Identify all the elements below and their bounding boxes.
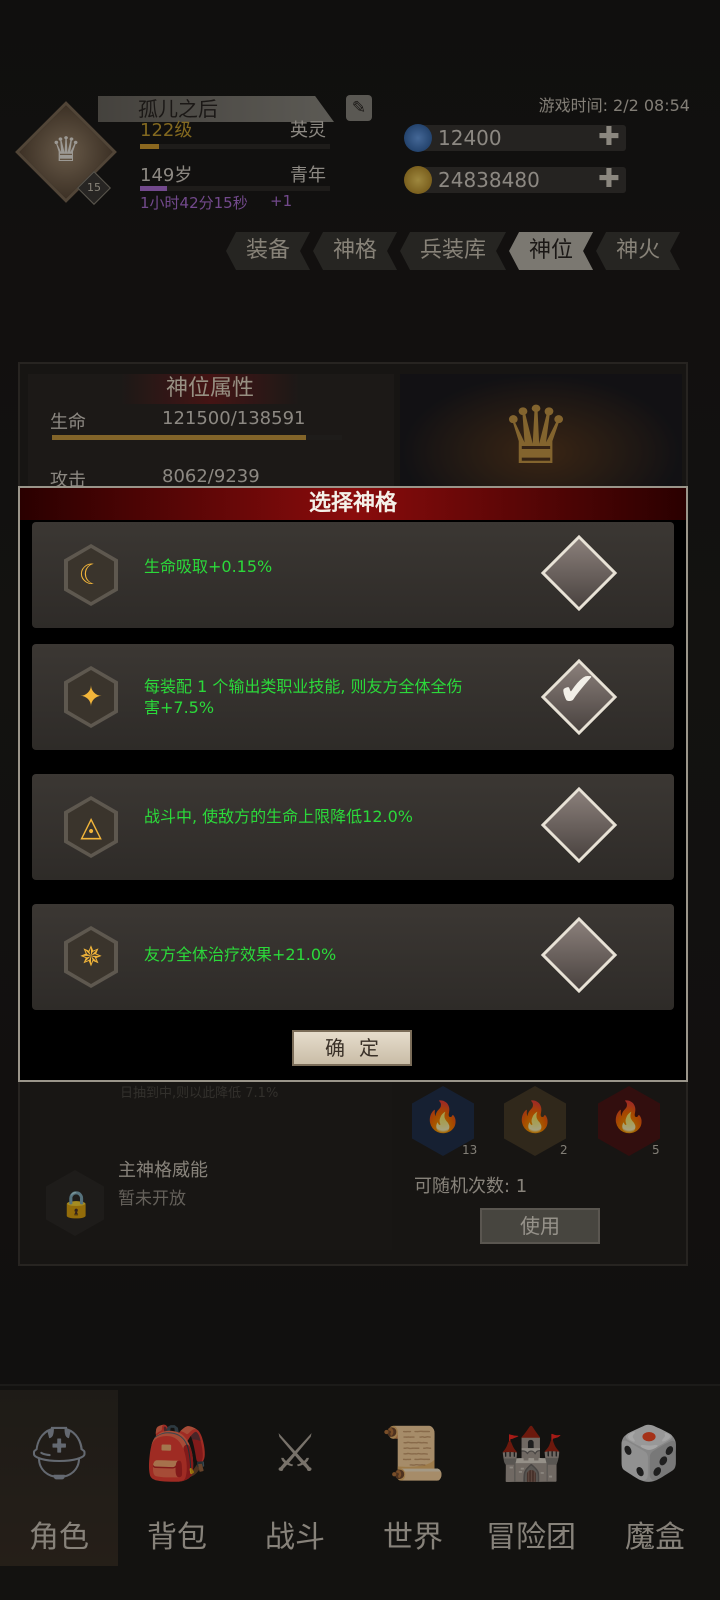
lock-icon: 🔒 (60, 1190, 93, 1220)
option-text: 战斗中, 使敌方的生命上限降低12.0% (144, 807, 414, 826)
tab-god-seat[interactable]: 神位 (509, 232, 593, 270)
crown-icon: ♛ (50, 130, 82, 170)
flame-icon: 🔥 (516, 1100, 554, 1135)
castle-icon: 🏰 (498, 1424, 564, 1484)
tab-armory[interactable]: 兵装库 (400, 232, 506, 270)
option-text: 友方全体治疗效果+21.0% (144, 945, 337, 964)
nav-battle[interactable]: ⚔ 战斗 (236, 1390, 354, 1566)
rank-text: 英灵 (290, 120, 326, 141)
helmet-icon: ⛑ (25, 1424, 92, 1484)
select-diamond[interactable] (540, 916, 618, 994)
option-icon-frame: ✦ (64, 666, 118, 728)
timer-text: 1小时42分15秒 (140, 194, 248, 212)
option-text: 每装配 1 个输出类职业技能, 则友方全体全伤害+7.5% (144, 677, 463, 717)
magic-box-icon: 🎲 (616, 1424, 682, 1484)
sparkle-icon: ✦ (68, 670, 114, 724)
flame-count-gold: 2 (560, 1143, 568, 1157)
scroll-icon: 📜 (380, 1424, 446, 1484)
hp-value: 121500/138591 (162, 408, 306, 429)
golden-crown-icon: ♛ (500, 389, 572, 482)
add-gold-icon[interactable]: ✚ (598, 166, 620, 192)
life-stage-text: 青年 (290, 165, 326, 186)
nav-character[interactable]: ⛑ 角色 (0, 1390, 118, 1566)
divinity-option-damage[interactable]: ✦ 每装配 1 个输出类职业技能, 则友方全体全伤害+7.5% ✔ (32, 644, 674, 750)
confirm-button[interactable]: 确定 (292, 1030, 412, 1066)
gem-icon (404, 124, 432, 152)
hp-bar (52, 435, 342, 440)
backpack-icon: 🎒 (144, 1424, 210, 1484)
flame-count-blue: 13 (462, 1143, 478, 1157)
age-bar-fill (140, 186, 167, 191)
tab-divinity[interactable]: 神格 (313, 232, 397, 270)
age-text: 149岁 (140, 165, 193, 186)
edit-icon[interactable]: ✎ (346, 95, 372, 121)
random-count-text: 可随机次数: 1 (414, 1176, 528, 1197)
tab-divine-fire[interactable]: 神火 (596, 232, 680, 270)
not-open-text: 暂未开放 (118, 1189, 186, 1209)
nav-adventure-team[interactable]: 🏰 冒险团 (472, 1390, 590, 1566)
sword-shield-icon: ⚔ (271, 1424, 319, 1484)
option-icon-frame: ☾ (64, 544, 118, 606)
gold-icon (404, 166, 432, 194)
faded-bonus-text: 日抽到中,则以此降低 7.1% (120, 1086, 279, 1101)
nav-magic-box[interactable]: 🎲 魔盒 (590, 1390, 720, 1566)
level-text: 122级 (140, 120, 193, 141)
player-name: 孤儿之后 (138, 97, 218, 121)
triangle-knot-icon: ◬ (68, 800, 114, 854)
shuriken-icon: ✵ (68, 930, 114, 984)
nav-backpack[interactable]: 🎒 背包 (118, 1390, 236, 1566)
hp-label: 生命 (50, 412, 86, 433)
select-diamond[interactable] (540, 534, 618, 612)
gem-count: 12400 (438, 126, 502, 150)
option-icon-frame: ✵ (64, 926, 118, 988)
attribute-title: 神位属性 (120, 374, 300, 404)
flame-count-red: 5 (652, 1143, 660, 1157)
divinity-option-life-steal[interactable]: ☾ 生命吸取+0.15% (32, 522, 674, 628)
divinity-option-reduce-hp[interactable]: ◬ 战斗中, 使敌方的生命上限降低12.0% (32, 774, 674, 880)
timer-bonus: +1 (270, 192, 293, 210)
flame-icon: 🔥 (424, 1100, 462, 1135)
flame-icon: 🔥 (610, 1100, 648, 1135)
moon-icon: ☾ (68, 548, 114, 602)
option-icon-frame: ◬ (64, 796, 118, 858)
select-diamond[interactable] (540, 786, 618, 864)
tab-equipment[interactable]: 装备 (226, 232, 310, 270)
level-exp-bar (140, 144, 330, 149)
level-exp-fill (140, 144, 159, 149)
tab-bar: 装备 神格 兵装库 神位 神火 (226, 232, 683, 270)
check-icon: ✔ (558, 662, 597, 716)
main-divinity-title: 主神格威能 (118, 1160, 208, 1181)
gold-count: 24838480 (438, 168, 540, 192)
use-button[interactable]: 使用 (480, 1208, 600, 1244)
option-text: 生命吸取+0.15% (144, 557, 273, 576)
add-gem-icon[interactable]: ✚ (598, 124, 620, 150)
age-bar (140, 186, 330, 191)
hp-bar-fill (52, 435, 307, 440)
modal-title: 选择神格 (20, 488, 686, 520)
nav-world[interactable]: 📜 世界 (354, 1390, 472, 1566)
divinity-option-healing[interactable]: ✵ 友方全体治疗效果+21.0% (32, 904, 674, 1010)
game-time: 游戏时间: 2/2 08:54 (538, 96, 690, 115)
attack-value: 8062/9239 (162, 466, 260, 487)
